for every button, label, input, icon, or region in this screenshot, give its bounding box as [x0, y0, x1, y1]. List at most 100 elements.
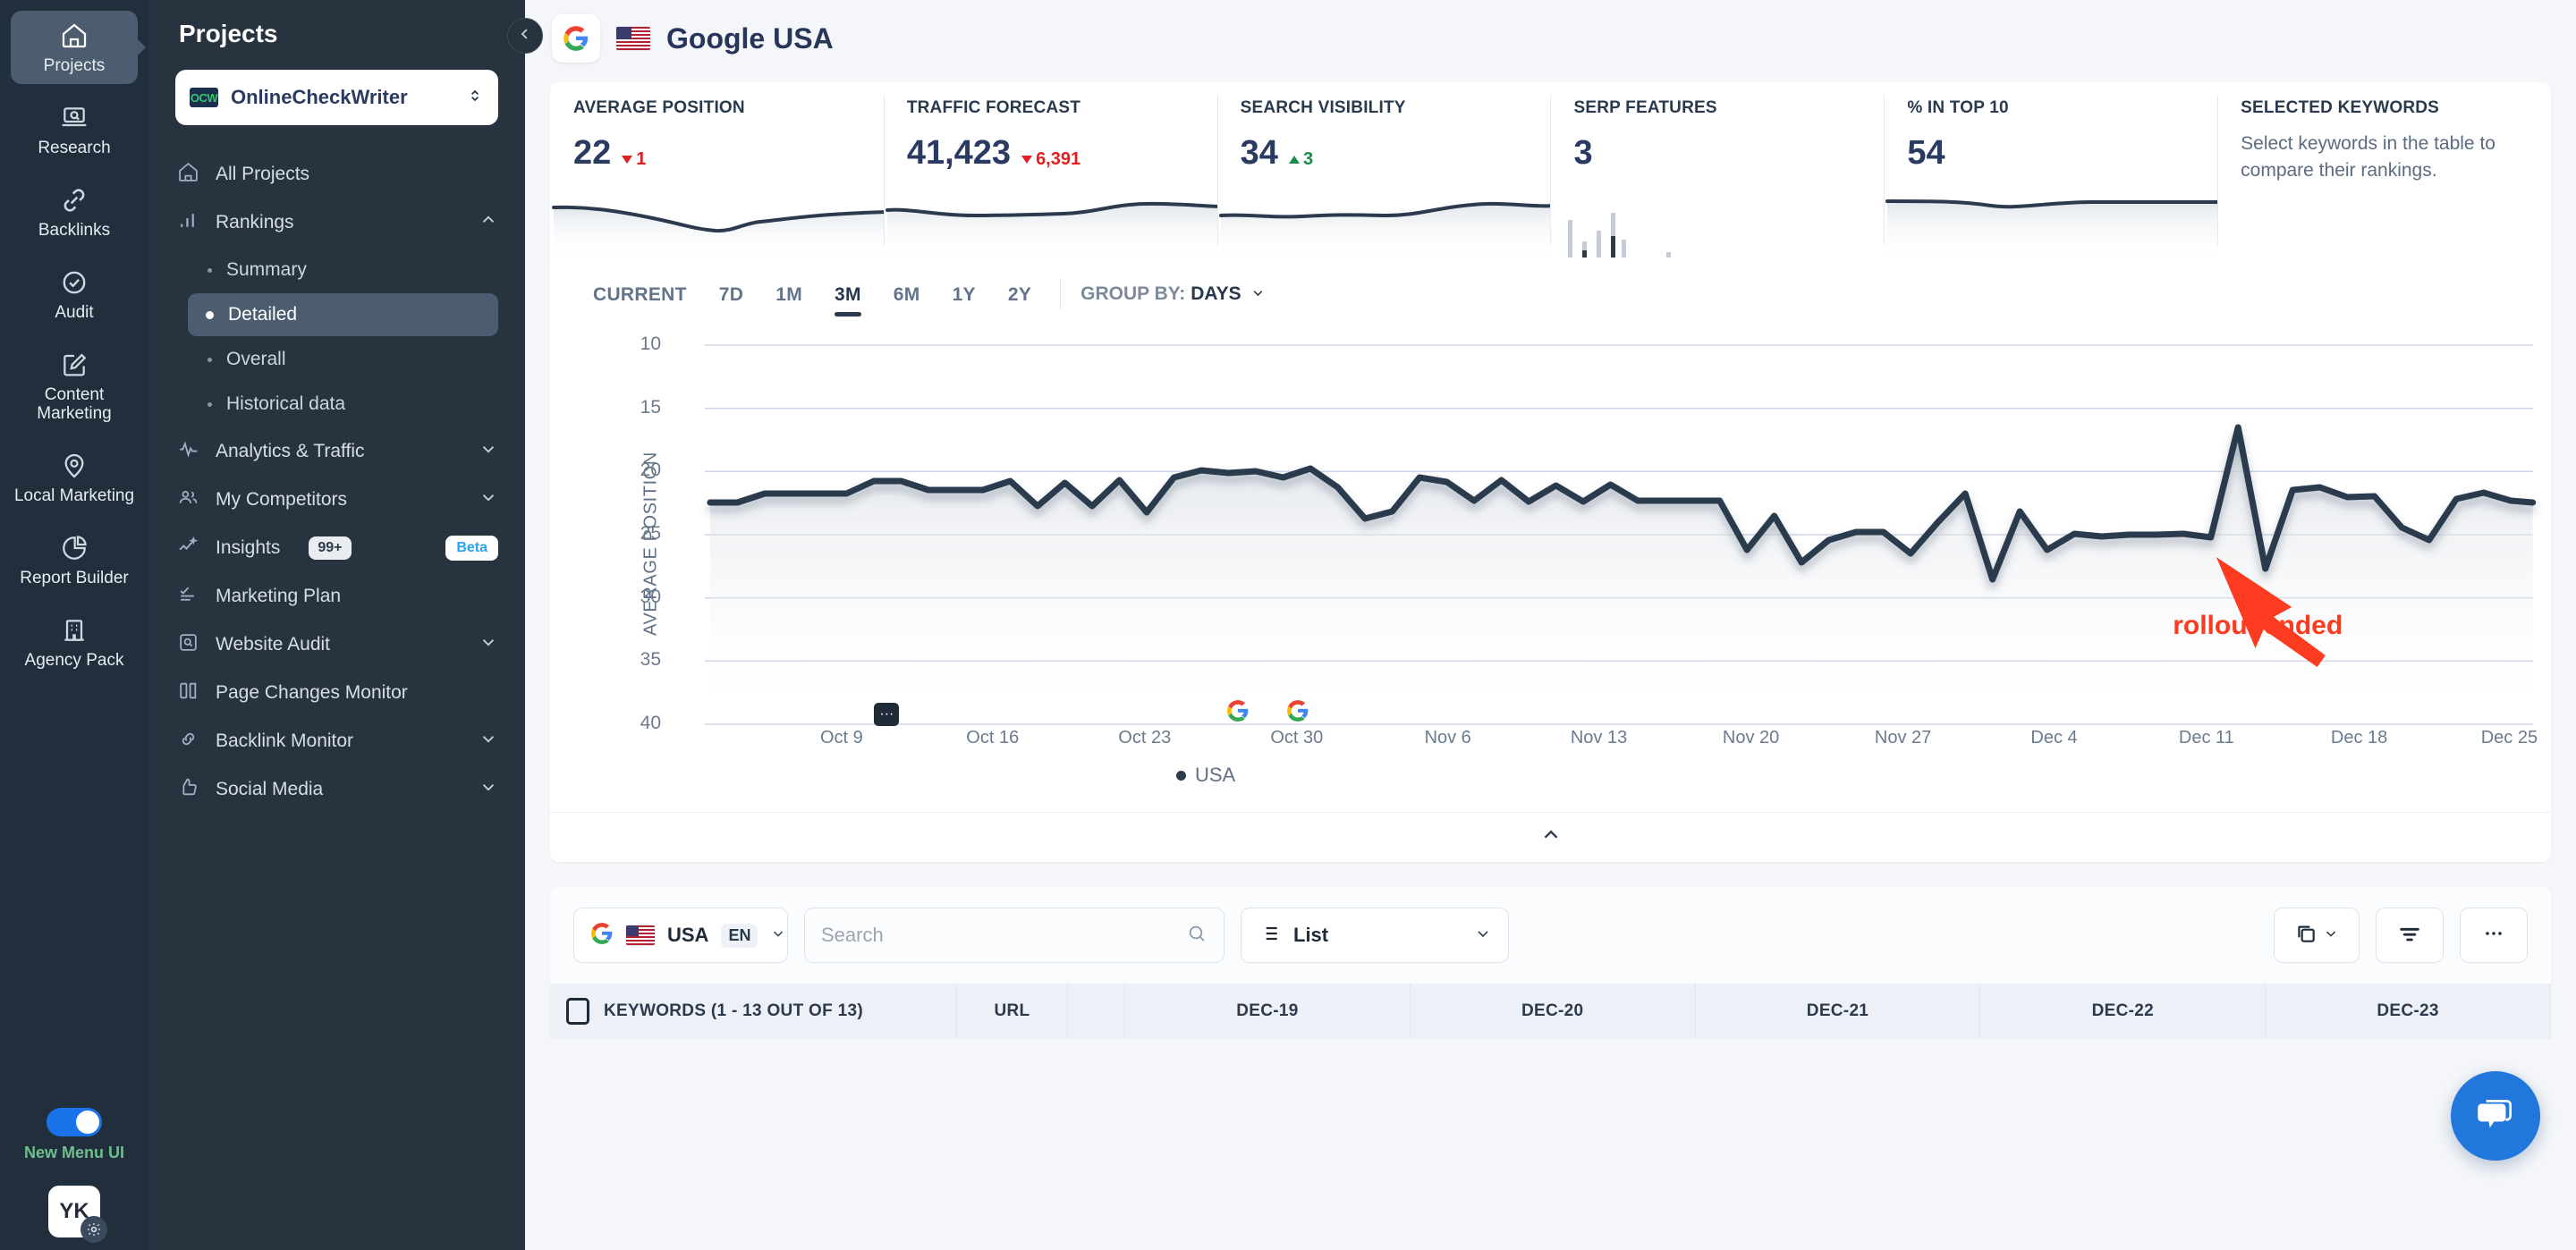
view-mode-selector[interactable]: List — [1241, 908, 1509, 963]
laptop-search-icon — [60, 104, 89, 132]
rail-item-label: Content Marketing — [37, 385, 112, 423]
note-marker-icon[interactable]: ··· — [874, 703, 900, 726]
kpi-card-search-visibility[interactable]: SEARCH VISIBILITY 34 3 — [1216, 82, 1551, 258]
table-header-dec-21[interactable]: DEC-21 — [1696, 984, 1981, 1039]
thumbs-up-icon — [177, 776, 199, 804]
sidebar-item-analytics-traffic[interactable]: Analytics & Traffic — [148, 427, 525, 476]
sidebar-item-label: Website Audit — [216, 634, 331, 655]
flag-usa-icon — [616, 27, 650, 50]
sidebar-item-detailed[interactable]: Detailed — [188, 293, 498, 336]
kpi-delta-value: 6,391 — [1036, 149, 1081, 169]
kpi-label: SELECTED KEYWORDS — [2241, 98, 2440, 117]
rail-item-label: Audit — [55, 303, 94, 322]
rail-item-report-builder[interactable]: Report Builder — [11, 523, 138, 596]
sidebar-item-insights[interactable]: Insights 99+ Beta — [148, 524, 525, 572]
sidebar-item-summary[interactable]: Summary — [188, 249, 498, 291]
map-pin-icon — [60, 452, 89, 480]
range-tab-1m[interactable]: 1M — [759, 279, 818, 318]
copy-columns-icon — [2294, 922, 2318, 950]
range-tab-current[interactable]: CURRENT — [577, 279, 703, 318]
triangle-up-icon — [1288, 156, 1300, 164]
x-tick: Oct 23 — [1118, 728, 1172, 747]
selected-keywords-description: Select keywords in the table to compare … — [2241, 133, 2496, 182]
table-header-dec-22[interactable]: DEC-22 — [1980, 984, 2267, 1039]
sidebar-title: Projects — [179, 20, 278, 47]
google-update-marker-icon[interactable] — [1286, 699, 1309, 727]
sidebar-item-my-competitors[interactable]: My Competitors — [148, 476, 525, 524]
sidebar-collapse-button[interactable] — [507, 18, 543, 54]
x-tick: Nov 27 — [1874, 728, 1932, 747]
sidebar-item-marketing-plan[interactable]: Marketing Plan — [148, 572, 525, 621]
columns-button[interactable] — [2274, 908, 2360, 963]
range-tab-3m[interactable]: 3M — [818, 279, 877, 318]
range-tab-7d[interactable]: 7D — [703, 279, 759, 318]
table-header-dec-19[interactable]: DEC-19 — [1125, 984, 1411, 1039]
sidebar-item-all-projects[interactable]: All Projects — [148, 150, 525, 198]
keywords-table-header: KEYWORDS (1 - 13 OUT OF 13) URL DEC-19 D… — [550, 984, 2551, 1039]
sidebar-item-page-changes-monitor[interactable]: Page Changes Monitor — [148, 669, 525, 717]
rail-item-content-marketing[interactable]: Content Marketing — [11, 340, 138, 432]
table-header-dec-20[interactable]: DEC-20 — [1411, 984, 1696, 1039]
filter-button[interactable] — [2376, 908, 2444, 963]
kpi-delta: 6,391 — [1021, 149, 1080, 170]
google-logo-icon — [552, 14, 600, 63]
x-tick: Nov 20 — [1722, 728, 1780, 747]
sidebar-item-website-audit[interactable]: Website Audit — [148, 621, 525, 669]
pulse-icon — [177, 438, 199, 466]
new-menu-ui-toggle-group: New Menu UI — [24, 1108, 124, 1162]
y-tick: 15 — [640, 397, 661, 418]
time-range-tabs: CURRENT 7D 1M 3M 6M 1Y 2Y GROUP BY: DAYS — [550, 265, 2551, 318]
group-by-dropdown[interactable]: GROUP BY: DAYS — [1080, 283, 1265, 314]
kpi-card-average-position[interactable]: AVERAGE POSITION 22 1 — [550, 82, 884, 258]
sidebar-item-rankings[interactable]: Rankings — [148, 198, 525, 247]
annotation-label: rollout ended — [2173, 611, 2343, 640]
rail-item-local-marketing[interactable]: Local Marketing — [11, 441, 138, 514]
table-header-url[interactable]: URL — [957, 984, 1068, 1039]
chart-legend: USA — [550, 758, 2551, 812]
sidebar-item-overall[interactable]: Overall — [188, 338, 498, 381]
project-name: OnlineCheckWriter — [231, 86, 408, 108]
sidebar-item-backlink-monitor[interactable]: Backlink Monitor — [148, 717, 525, 765]
chart-collapse-button[interactable] — [550, 812, 2551, 862]
table-header-dec-23[interactable]: DEC-23 — [2266, 984, 2551, 1039]
rail-item-label: Agency Pack — [24, 651, 124, 670]
group-by-value: DAYS — [1191, 283, 1241, 304]
x-tick: Dec 4 — [2030, 728, 2078, 747]
x-tick: Dec 11 — [2178, 728, 2234, 747]
search-box[interactable] — [804, 908, 1224, 963]
kpi-card-serp-features[interactable]: SERP FEATURES 3 — [1550, 82, 1884, 258]
kpi-label: TRAFFIC FORECAST — [906, 98, 1081, 117]
chat-widget-button[interactable] — [2451, 1071, 2540, 1161]
new-menu-ui-toggle[interactable] — [46, 1108, 102, 1136]
kpi-delta-value: 1 — [636, 149, 647, 169]
sidebar-item-historical-data[interactable]: Historical data — [188, 383, 498, 426]
rail-item-audit[interactable]: Audit — [11, 258, 138, 331]
chevron-up-icon — [1539, 823, 1563, 851]
kpi-card-percent-in-top-10[interactable]: % IN TOP 10 54 — [1884, 82, 2218, 258]
rail-item-research[interactable]: Research — [11, 93, 138, 166]
sparkbars-serp-features — [1568, 213, 1672, 258]
select-all-checkbox[interactable] — [566, 998, 589, 1025]
table-header-keywords[interactable]: KEYWORDS (1 - 13 OUT OF 13) — [550, 984, 957, 1039]
search-icon[interactable] — [1186, 923, 1208, 949]
rail-item-agency-pack[interactable]: Agency Pack — [11, 605, 138, 679]
range-tab-2y[interactable]: 2Y — [992, 279, 1047, 318]
more-actions-button[interactable] — [2460, 908, 2528, 963]
country-selector[interactable]: USA EN — [573, 908, 788, 963]
gear-icon[interactable] — [80, 1216, 107, 1243]
range-tab-1y[interactable]: 1Y — [936, 279, 992, 318]
kpi-delta: 3 — [1288, 149, 1313, 170]
search-input[interactable] — [821, 924, 1174, 947]
legend-label[interactable]: USA — [1195, 764, 1235, 787]
rail-item-backlinks[interactable]: Backlinks — [11, 175, 138, 249]
project-selector[interactable]: OCW OnlineCheckWriter — [175, 70, 498, 125]
rail-item-projects[interactable]: Projects — [11, 11, 138, 84]
app-root: Projects Research Backlinks Audit Conten — [0, 0, 2576, 1250]
country-label: USA — [667, 924, 709, 946]
google-update-marker-icon[interactable] — [1226, 699, 1250, 727]
rankings-chart[interactable]: AVERAGE POSITION 10 15 20 25 30 35 40 ··… — [550, 329, 2551, 758]
range-tab-6m[interactable]: 6M — [877, 279, 936, 318]
rail-item-label: Backlinks — [38, 221, 111, 240]
kpi-card-traffic-forecast[interactable]: TRAFFIC FORECAST 41,423 6,391 — [883, 82, 1217, 258]
sidebar-item-social-media[interactable]: Social Media — [148, 765, 525, 814]
